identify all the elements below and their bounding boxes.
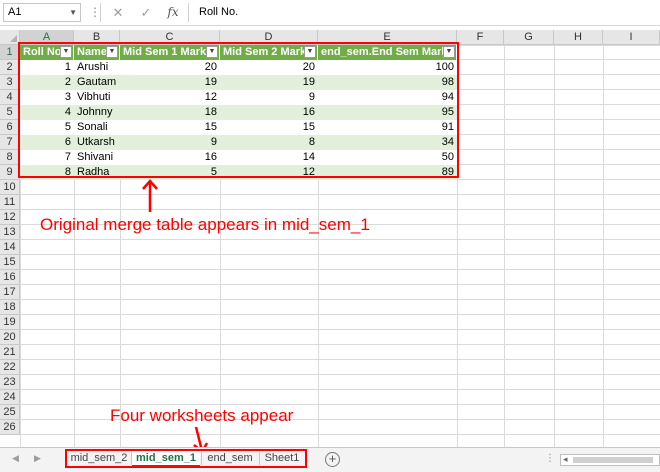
gridline	[20, 344, 660, 345]
row-header[interactable]: 15	[0, 255, 20, 270]
row-header[interactable]: 14	[0, 240, 20, 255]
row-header[interactable]: 8	[0, 150, 20, 165]
chevron-down-icon[interactable]: ▼	[69, 4, 77, 21]
drag-handle-icon[interactable]: ⋮	[545, 453, 555, 464]
row-header[interactable]: 24	[0, 390, 20, 405]
arrow-up-icon	[142, 179, 158, 212]
formula-input[interactable]: Roll No.	[188, 3, 660, 22]
row-header[interactable]: 3	[0, 75, 20, 90]
annotation-table-note: Original merge table appears in mid_sem_…	[40, 215, 370, 234]
gridline	[20, 404, 660, 405]
drag-handle-icon[interactable]: ⋮	[89, 2, 101, 23]
row-header[interactable]: 17	[0, 285, 20, 300]
scroll-left-icon[interactable]: ◀	[12, 453, 19, 464]
add-sheet-button[interactable]: +	[325, 452, 340, 467]
scroll-right-icon[interactable]: ▶	[34, 453, 41, 464]
select-all-corner[interactable]	[0, 30, 20, 45]
gridline	[20, 209, 660, 210]
row-header[interactable]: 2	[0, 60, 20, 75]
column-header-h[interactable]: H	[554, 30, 603, 45]
insert-function-icon[interactable]: fx	[163, 3, 183, 22]
row-header[interactable]: 26	[0, 420, 20, 435]
gridline	[603, 45, 604, 447]
tabs-highlight-box	[65, 449, 307, 468]
gridline	[20, 269, 660, 270]
gridline	[20, 239, 660, 240]
row-header[interactable]: 7	[0, 135, 20, 150]
divider	[100, 3, 101, 22]
row-header[interactable]: 19	[0, 315, 20, 330]
gridline	[20, 254, 660, 255]
row-header[interactable]: 9	[0, 165, 20, 180]
row-header[interactable]: 22	[0, 360, 20, 375]
row-header[interactable]: 21	[0, 345, 20, 360]
table-highlight-box	[18, 42, 459, 178]
row-header[interactable]: 13	[0, 225, 20, 240]
gridline	[20, 389, 660, 390]
gridline	[20, 359, 660, 360]
gridline	[20, 194, 660, 195]
horizontal-scrollbar[interactable]: ◂	[560, 454, 660, 466]
row-header[interactable]: 23	[0, 375, 20, 390]
row-header[interactable]: 4	[0, 90, 20, 105]
row-header[interactable]: 1	[0, 45, 20, 60]
formula-bar: A1 ▼ ⋮ ✕ ✓ fx Roll No.	[0, 0, 660, 26]
row-header[interactable]: 25	[0, 405, 20, 420]
gridline	[20, 329, 660, 330]
cancel-icon[interactable]: ✕	[108, 3, 128, 22]
row-header[interactable]: 18	[0, 300, 20, 315]
row-header[interactable]: 5	[0, 105, 20, 120]
column-header-i[interactable]: I	[603, 30, 660, 45]
scroll-left-arrow-icon[interactable]: ◂	[563, 454, 568, 465]
gridline	[554, 45, 555, 447]
gridline	[504, 45, 505, 447]
name-box-value: A1	[8, 6, 22, 18]
enter-icon[interactable]: ✓	[136, 3, 156, 22]
gridline	[20, 284, 660, 285]
gridline	[20, 299, 660, 300]
annotation-sheets-note: Four worksheets appear	[110, 406, 294, 425]
row-header[interactable]: 11	[0, 195, 20, 210]
scrollbar-thumb[interactable]	[573, 457, 653, 463]
column-header-g[interactable]: G	[504, 30, 554, 45]
gridline	[20, 374, 660, 375]
column-header-f[interactable]: F	[457, 30, 504, 45]
name-box[interactable]: A1 ▼	[3, 3, 81, 22]
gridline	[20, 434, 660, 435]
gridline	[20, 314, 660, 315]
row-header[interactable]: 12	[0, 210, 20, 225]
row-header[interactable]: 10	[0, 180, 20, 195]
row-header[interactable]: 6	[0, 120, 20, 135]
row-header[interactable]: 20	[0, 330, 20, 345]
row-header[interactable]: 16	[0, 270, 20, 285]
